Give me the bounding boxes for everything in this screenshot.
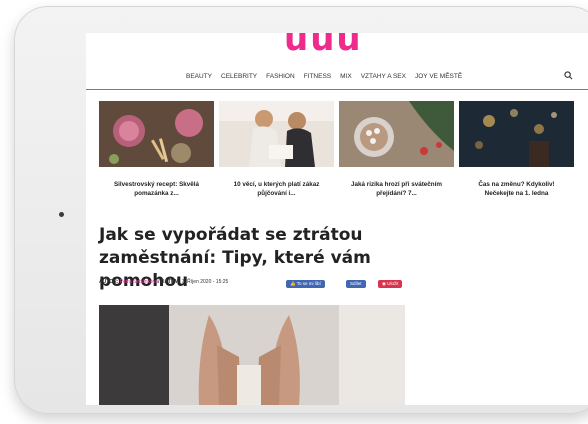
facebook-like-button[interactable]: 👍 To se mi líbí (286, 280, 325, 288)
date-label: / DATUM: (158, 279, 181, 285)
like-label: To se mi líbí (296, 281, 321, 286)
share-label: Sdílet (350, 281, 362, 286)
browser-screen: uuu BEAUTY CELEBRITY FASHION FITNESS MIX… (86, 33, 588, 405)
nav-item-fashion[interactable]: FASHION (266, 73, 295, 80)
article-meta: AUTOR: Petra Šebánková/ DATUM: 7. Říjen … (99, 279, 228, 285)
site-logo[interactable]: uuu (284, 33, 363, 59)
save-label: Uložit (387, 281, 399, 286)
facebook-share-button[interactable]: Sdílet (346, 280, 366, 288)
related-article[interactable]: 10 věcí, u kterých platí zákaz půjčování… (219, 101, 334, 198)
author-label: AUTOR: (99, 279, 119, 285)
related-article[interactable]: Jaká rizika hrozí při svátečním přejídán… (339, 101, 454, 198)
related-article[interactable]: Čas na změnu? Kdykoliv! Nečekejte na 1. … (459, 101, 574, 198)
search-icon[interactable] (564, 71, 573, 83)
article-thumbnail[interactable] (219, 101, 334, 167)
thumbs-up-icon: 👍 (290, 281, 296, 286)
article-hero-image (99, 305, 405, 405)
main-nav: BEAUTY CELEBRITY FASHION FITNESS MIX VZT… (86, 71, 588, 90)
tablet-frame: uuu BEAUTY CELEBRITY FASHION FITNESS MIX… (14, 6, 588, 414)
article-caption[interactable]: Jaká rizika hrozí při svátečním přejídán… (339, 180, 454, 198)
article-thumbnail[interactable] (339, 101, 454, 167)
nav-item-fitness[interactable]: FITNESS (304, 73, 331, 80)
nav-item-beauty[interactable]: BEAUTY (186, 73, 212, 80)
camera-icon (59, 212, 64, 217)
article-thumbnail[interactable] (99, 101, 214, 167)
nav-item-mix[interactable]: MIX (340, 73, 352, 80)
related-articles: Silvestrovský recept: Skvělá pomazánka z… (99, 101, 574, 198)
article-thumbnail[interactable] (459, 101, 574, 167)
pinterest-icon: ◉ (382, 281, 386, 286)
article-date: 7. Říjen 2020 - 15:25 (181, 279, 229, 285)
article-caption[interactable]: 10 věcí, u kterých platí zákaz půjčování… (219, 180, 334, 198)
article-caption[interactable]: Silvestrovský recept: Skvělá pomazánka z… (99, 180, 214, 198)
author-link[interactable]: Petra Šebánková (120, 279, 158, 285)
related-article[interactable]: Silvestrovský recept: Skvělá pomazánka z… (99, 101, 214, 198)
article-caption[interactable]: Čas na změnu? Kdykoliv! Nečekejte na 1. … (459, 180, 574, 198)
nav-item-joy[interactable]: JOY VE MĚSTĚ (415, 73, 462, 80)
pinterest-save-button[interactable]: ◉ Uložit (378, 280, 403, 288)
nav-item-vztahy[interactable]: VZTAHY A SEX (361, 73, 406, 80)
nav-item-celebrity[interactable]: CELEBRITY (221, 73, 257, 80)
